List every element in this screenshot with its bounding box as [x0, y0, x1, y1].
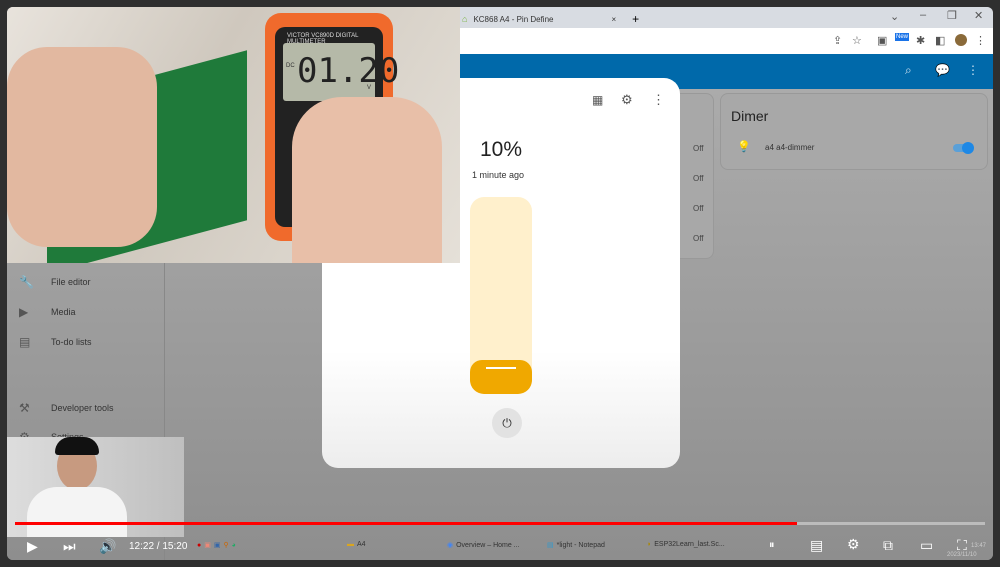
minimize-button[interactable]: – [920, 9, 926, 21]
video-frame[interactable]: ⌂ KC868 A4 - Pin Define × + ⌄ – ❐ ✕ ⇪ ☆ … [7, 7, 993, 560]
taskbar-app-icons: ● ▣ ▣ ⚲ ◕ [197, 541, 236, 550]
hand [7, 47, 157, 247]
time-display: 12:22 / 15:20 [129, 541, 188, 552]
taskbar-item[interactable]: ▬ A4 [347, 541, 366, 548]
subtitles-button[interactable]: ▤ [810, 537, 823, 554]
new-extension-badge[interactable]: New [895, 33, 910, 41]
player-controls: ▶ ⏭ 🔊 12:22 / 15:20 ● ▣ ▣ ⚲ ◕ ▬ A4 ◉ Overview … [7, 535, 993, 560]
taskbar-item[interactable]: ◉ Overview – Home ... [447, 541, 520, 550]
state: Off [693, 234, 704, 243]
sidebar-item-media[interactable]: ▶ Media [19, 305, 76, 319]
sidebar-item-file-editor[interactable]: 🔧 File editor [19, 275, 91, 289]
hammer-icon: ⚒ [19, 401, 30, 415]
restore-button[interactable]: ❐ [947, 9, 957, 22]
label: A4 [357, 541, 366, 548]
tab-title: KC868 A4 - Pin Define [473, 14, 554, 24]
sidebar-item-todo[interactable]: ▤ To-do lists [19, 335, 92, 349]
taskbar-date: 2023/11/10 [947, 552, 977, 558]
avatar[interactable] [955, 34, 967, 46]
wrench-icon: 🔧 [19, 275, 34, 289]
media-icon: ▶ [19, 305, 29, 319]
play-button[interactable]: ▶ [27, 538, 38, 555]
state: Off [693, 144, 704, 153]
home-assistant-favicon-icon: ⌂ [462, 14, 468, 24]
card-title: Dimer [731, 108, 769, 124]
volume-button[interactable]: 🔊 [99, 538, 116, 555]
taskbar-item[interactable]: ◗ ESP32Learn_last.Sc... [647, 541, 725, 548]
entities-card: Off Off Off Off [680, 93, 714, 259]
power-button[interactable]: ⏻ [492, 408, 522, 438]
miniplayer-button[interactable]: ⧉ [883, 537, 893, 554]
puzzle-icon[interactable]: ✱ [916, 34, 925, 47]
label: Developer tools [51, 403, 114, 413]
seek-bar[interactable] [15, 522, 985, 525]
menu-icon[interactable]: ⋮ [975, 34, 986, 47]
brightness-slider[interactable] [470, 197, 532, 394]
last-updated: 1 minute ago [472, 170, 525, 180]
sidebar-item-developer-tools[interactable]: ⚒ Developer tools [19, 401, 114, 415]
share-icon[interactable]: ⇪ [833, 34, 842, 47]
multimeter-video-overlay: VICTOR VC890D DIGITAL MULTIMETER DC 01.2… [7, 7, 460, 263]
close-window-button[interactable]: ✕ [974, 9, 983, 22]
extension-icon[interactable]: ▣ [877, 34, 887, 47]
clipboard-icon: ▤ [19, 335, 31, 349]
tab-close-button[interactable]: × [611, 15, 616, 24]
unit: V [367, 85, 372, 91]
entity-name[interactable]: a4 a4-dimmer [765, 143, 814, 152]
label: To-do lists [51, 337, 92, 347]
history-chart-icon[interactable]: ▦ [592, 93, 603, 107]
state: Off [693, 204, 704, 213]
autoplay-toggle[interactable]: ⏸ [769, 539, 775, 552]
side-panel-icon[interactable]: ◧ [935, 34, 945, 47]
dimmer-toggle[interactable] [953, 142, 974, 154]
label: ESP32Learn_last.Sc... [654, 541, 725, 548]
lightbulb-icon[interactable]: 💡 [737, 140, 751, 153]
label: *light - Notepad [556, 541, 605, 549]
brightness-fill [470, 360, 532, 394]
label: File editor [51, 277, 91, 287]
assist-icon[interactable]: 💬 [935, 63, 950, 77]
taskbar-clock: 13:47 [971, 543, 987, 549]
mode: DC [286, 63, 295, 69]
label: Overview – Home ... [456, 541, 520, 549]
state: Off [693, 174, 704, 183]
theater-mode-button[interactable]: ▭ [920, 537, 933, 554]
reading: 01.20 [297, 51, 400, 91]
brightness-value: 10% [480, 138, 523, 161]
label: Media [51, 307, 76, 317]
more-icon[interactable]: ⋮ [967, 63, 979, 77]
search-icon[interactable]: ⌕ [905, 63, 912, 78]
browser-tab[interactable]: ⌂ KC868 A4 - Pin Define × + [462, 12, 639, 26]
tab-list-chevron-icon[interactable]: ⌄ [890, 10, 899, 23]
taskbar-item[interactable]: ▤ *light - Notepad [547, 541, 605, 550]
settings-gear-icon[interactable]: ⚙ [621, 92, 633, 108]
more-icon[interactable]: ⋮ [652, 92, 665, 108]
next-button[interactable]: ⏭ [63, 538, 76, 555]
new-tab-button[interactable]: + [632, 12, 639, 26]
pointing-hand [292, 97, 442, 263]
dimer-card: Dimer 💡 a4 a4-dimmer [720, 93, 988, 170]
bookmark-star-icon[interactable]: ☆ [852, 34, 862, 47]
played-progress [15, 522, 797, 525]
settings-button[interactable]: ⚙ [847, 536, 860, 553]
